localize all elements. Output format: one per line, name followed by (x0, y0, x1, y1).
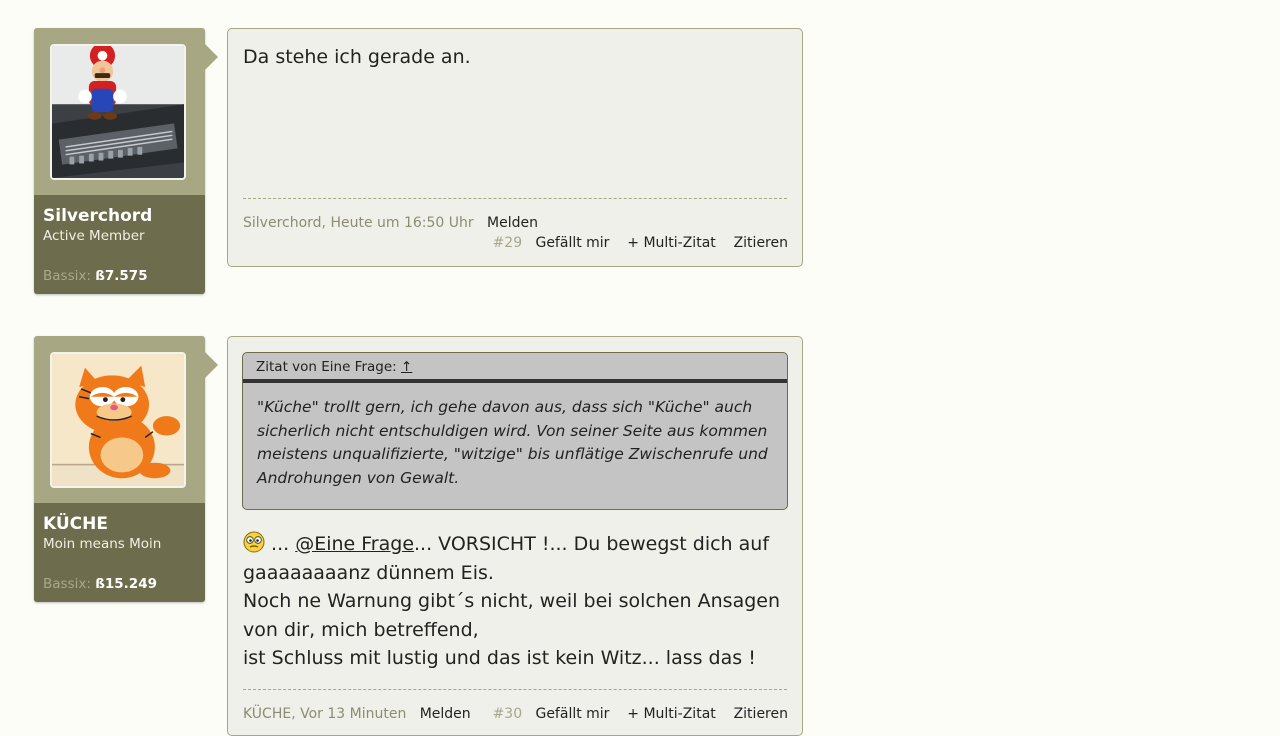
user-mention-link[interactable]: @Eine Frage (295, 533, 414, 555)
bassix-label: Bassix: (43, 268, 91, 284)
message-line: ist Schluss mit lustig und das ist kein … (243, 647, 756, 669)
user-card-arrow (205, 44, 218, 70)
quote-block: Zitat von Eine Frage: ↑ "Küche" trollt g… (242, 352, 788, 510)
confused-smiley-icon (243, 531, 265, 553)
multi-quote-link[interactable]: + Multi-Zitat (627, 235, 716, 251)
quote-line: Androhungen von Gewalt. (257, 468, 460, 487)
quote-line: meistens unqualifizierte, "witzige" bis … (257, 445, 768, 463)
quote-jump-arrow-icon[interactable]: ↑ (401, 359, 412, 375)
bassix-balance: Bassix: ß7.575 (43, 267, 148, 285)
quote-link[interactable]: Zitieren (734, 706, 788, 722)
message-meta: KÜCHE, Vor 13 Minuten Melden (243, 705, 471, 723)
author-time[interactable]: KÜCHE, Vor 13 Minuten (243, 706, 406, 722)
message-meta: Silverchord, Heute um 16:50 Uhr Melden (243, 214, 538, 232)
bassix-value: ß7.575 (95, 268, 148, 284)
message-controls: #30 Gefällt mir + Multi-Zitat Zitieren (493, 705, 788, 723)
user-card-arrow (205, 352, 218, 378)
message-box: Zitat von Eine Frage: ↑ "Küche" trollt g… (227, 336, 803, 736)
user-title: Active Member (43, 228, 145, 244)
message-divider (243, 689, 787, 690)
quote-header: Zitat von Eine Frage: ↑ (243, 353, 787, 383)
quote-link[interactable]: Zitieren (734, 235, 788, 251)
quote-text: "Küche" trollt gern, ich gehe davon aus,… (243, 383, 787, 490)
avatar[interactable] (50, 352, 186, 488)
bassix-value: ß15.249 (95, 576, 157, 592)
multi-quote-link[interactable]: + Multi-Zitat (627, 706, 716, 722)
username[interactable]: Silverchord (43, 205, 196, 227)
message-line: ... @Eine Frage... VORSICHT !... Du bewe… (243, 530, 780, 559)
post-number[interactable]: #29 (493, 235, 523, 251)
report-link[interactable]: Melden (487, 215, 538, 231)
mario-avatar-icon (52, 46, 184, 178)
message-lead: ... (265, 533, 296, 555)
avatar[interactable] (50, 44, 186, 180)
post-number[interactable]: #30 (493, 706, 523, 722)
message-line: Noch ne Warnung gibt´s nicht, weil bei s… (243, 590, 781, 612)
user-title: Moin means Moin (43, 536, 162, 552)
quote-line: "Küche" trollt gern, ich gehe davon aus,… (257, 398, 753, 416)
message-text: ... @Eine Frage... VORSICHT !... Du bewe… (243, 530, 780, 673)
message-line: von dir, mich betreffend, (243, 618, 479, 641)
bassix-label: Bassix: (43, 576, 91, 592)
user-info: Silverchord Active Member Bassix: ß7.575 (34, 195, 205, 294)
message-line: gaaaaaaaanz dünnem Eis. (243, 561, 494, 584)
quote-source: Zitat von Eine Frage: (256, 359, 397, 375)
user-card: Silverchord Active Member Bassix: ß7.575 (34, 28, 218, 294)
author-time[interactable]: Silverchord, Heute um 16:50 Uhr (243, 215, 474, 231)
like-link[interactable]: Gefällt mir (535, 235, 609, 251)
message-controls: #29 Gefällt mir + Multi-Zitat Zitieren (493, 234, 788, 252)
bassix-balance: Bassix: ß15.249 (43, 575, 157, 593)
message-box: Da stehe ich gerade an. Silverchord, Heu… (227, 28, 803, 267)
report-link[interactable]: Melden (420, 706, 471, 722)
user-card: KÜCHE Moin means Moin Bassix: ß15.249 (34, 336, 218, 602)
user-info: KÜCHE Moin means Moin Bassix: ß15.249 (34, 503, 205, 602)
message-rest: ... VORSICHT !... Du bewegst dich auf (414, 533, 770, 555)
like-link[interactable]: Gefällt mir (535, 706, 609, 722)
garfield-avatar-icon (52, 354, 184, 486)
message-text: Da stehe ich gerade an. (243, 46, 471, 68)
message-divider (243, 198, 787, 199)
username[interactable]: KÜCHE (43, 513, 196, 535)
quote-line: sicherlich nicht entschuldigen wird. Von… (257, 421, 768, 440)
